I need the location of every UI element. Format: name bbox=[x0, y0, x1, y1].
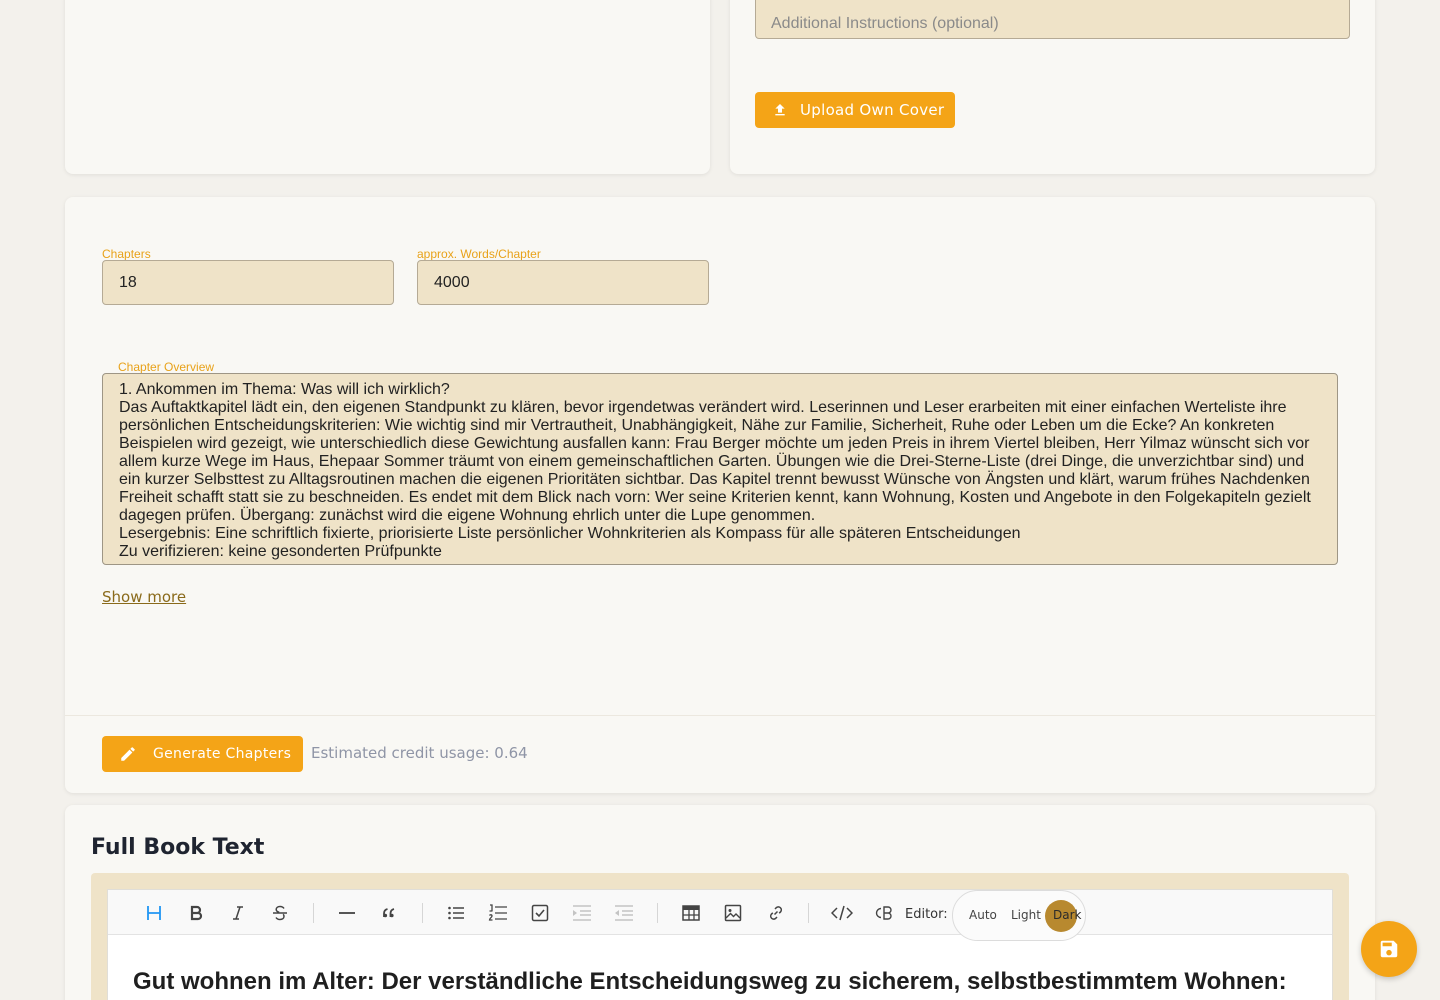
code-block-icon bbox=[875, 906, 892, 920]
overview-line: Das Auftaktkapitel lädt ein, den eigenen… bbox=[119, 399, 1311, 524]
overview-line: Lesergebnis: Eine schriftlich fixierte, … bbox=[119, 525, 1021, 542]
table-icon bbox=[682, 905, 700, 921]
toolbar-separator bbox=[313, 903, 314, 923]
words-per-chapter-value: 4000 bbox=[434, 274, 470, 291]
save-button[interactable] bbox=[1361, 921, 1417, 977]
generate-chapters-label: Generate Chapters bbox=[153, 746, 292, 762]
heading-icon bbox=[147, 906, 161, 920]
link-button[interactable] bbox=[763, 900, 789, 926]
theme-option-auto[interactable]: Auto bbox=[969, 908, 997, 922]
ordered-list-icon bbox=[488, 904, 507, 921]
code-button[interactable] bbox=[829, 900, 855, 926]
table-button[interactable] bbox=[678, 900, 704, 926]
show-more-link[interactable]: Show more bbox=[102, 588, 186, 606]
strikethrough-icon bbox=[273, 905, 287, 921]
task-list-button[interactable] bbox=[527, 900, 553, 926]
pencil-icon bbox=[119, 745, 137, 763]
credit-estimate: Estimated credit usage: 0.64 bbox=[311, 744, 528, 762]
bullet-list-icon bbox=[448, 906, 464, 920]
words-per-chapter-label: approx. Words/Chapter bbox=[417, 247, 541, 261]
overview-line: 1. Ankommen im Thema: Was will ich wirkl… bbox=[119, 381, 450, 398]
code-icon bbox=[831, 905, 853, 921]
strikethrough-button[interactable] bbox=[267, 900, 293, 926]
italic-icon bbox=[233, 906, 243, 920]
bold-icon bbox=[190, 905, 203, 921]
upload-cover-label: Upload Own Cover bbox=[800, 101, 945, 119]
upload-icon bbox=[772, 102, 788, 118]
chapters-label: Chapters bbox=[102, 247, 151, 261]
toolbar-separator bbox=[422, 903, 423, 923]
overview-line: Zu verifizieren: keine gesonderten Prüfp… bbox=[119, 543, 442, 560]
bullet-list-button[interactable] bbox=[443, 900, 469, 926]
theme-option-dark[interactable]: Dark bbox=[1053, 908, 1081, 922]
bold-button[interactable] bbox=[183, 900, 209, 926]
card-divider bbox=[65, 715, 1375, 716]
horizontal-rule-icon bbox=[339, 912, 355, 914]
words-per-chapter-input[interactable]: 4000 bbox=[417, 260, 709, 305]
image-button[interactable] bbox=[720, 900, 746, 926]
additional-instructions-input[interactable]: Additional Instructions (optional) bbox=[755, 0, 1350, 39]
chapter-overview-textarea[interactable]: 1. Ankommen im Thema: Was will ich wirkl… bbox=[102, 373, 1338, 565]
theme-option-light[interactable]: Light bbox=[1011, 908, 1041, 922]
toolbar-separator bbox=[808, 903, 809, 923]
full-book-text-title: Full Book Text bbox=[91, 835, 265, 860]
cover-preview-card bbox=[65, 0, 710, 174]
outdent-icon bbox=[615, 905, 633, 921]
toolbar-separator bbox=[657, 903, 658, 923]
chapters-value: 18 bbox=[119, 274, 137, 291]
task-list-icon bbox=[531, 904, 549, 922]
code-block-button[interactable] bbox=[870, 900, 896, 926]
editor-theme-label: Editor: bbox=[905, 907, 948, 922]
quote-button[interactable] bbox=[376, 900, 402, 926]
indent-button[interactable] bbox=[569, 900, 595, 926]
horizontal-rule-button[interactable] bbox=[334, 900, 360, 926]
quote-icon bbox=[383, 908, 395, 918]
book-heading[interactable]: Gut wohnen im Alter: Der verständliche E… bbox=[133, 968, 1323, 996]
outdent-button[interactable] bbox=[611, 900, 637, 926]
indent-icon bbox=[573, 905, 591, 921]
italic-button[interactable] bbox=[225, 900, 251, 926]
save-icon bbox=[1380, 940, 1398, 958]
link-icon bbox=[769, 906, 783, 920]
upload-cover-button[interactable]: Upload Own Cover bbox=[755, 92, 955, 128]
heading-button[interactable] bbox=[141, 900, 167, 926]
chapters-input[interactable]: 18 bbox=[102, 260, 394, 305]
image-icon bbox=[724, 904, 742, 922]
additional-instructions-placeholder: Additional Instructions (optional) bbox=[771, 15, 999, 32]
generate-chapters-button[interactable]: Generate Chapters bbox=[102, 736, 303, 772]
ordered-list-button[interactable] bbox=[485, 900, 511, 926]
chapter-overview-label: Chapter Overview bbox=[118, 360, 215, 374]
